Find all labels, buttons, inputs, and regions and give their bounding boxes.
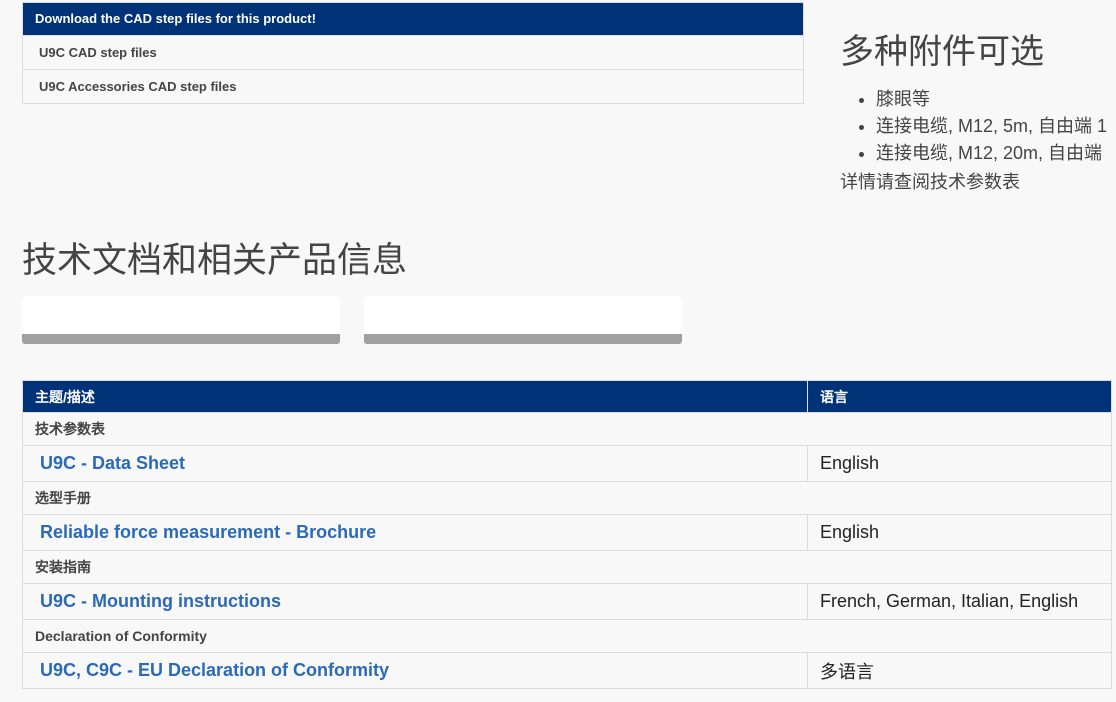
category-row: 安装指南 [22,550,1112,584]
accessories-list-item: 连接电缆, M12, 5m, 自由端 1 [876,113,1116,140]
documents-table-header-row: 主题/描述 语言 [22,380,1112,413]
table-row: Reliable force measurement - Brochure En… [22,514,1112,551]
document-cell: U9C - Data Sheet [22,445,808,482]
doc-tab-card-2-face [364,296,682,334]
document-link-brochure[interactable]: Reliable force measurement - Brochure [40,522,376,542]
documents-table: 主题/描述 语言 技术参数表 U9C - Data Sheet English … [22,380,1112,689]
category-row: 选型手册 [22,481,1112,515]
documents-section-title: 技术文档和相关产品信息 [22,241,408,280]
page: Download the CAD step files for this pro… [0,0,1116,702]
doc-tab-card-1[interactable] [22,296,340,344]
document-cell: Reliable force measurement - Brochure [22,514,808,551]
table-row: U9C - Data Sheet English [22,445,1112,482]
accessories-list-item: 膝眼等 [876,86,1116,113]
accessories-panel: 多种附件可选 膝眼等 连接电缆, M12, 5m, 自由端 1 连接电缆, M1… [840,30,1116,197]
language-cell: French, German, Italian, English [807,583,1112,620]
category-row: 技术参数表 [22,412,1112,446]
doc-tab-card-1-face [22,296,340,334]
accessories-title: 多种附件可选 [840,33,1044,71]
category-label: 安装指南 [22,550,1112,584]
cad-download-box: Download the CAD step files for this pro… [22,2,804,104]
column-header-language: 语言 [807,380,1112,413]
category-label: 技术参数表 [22,412,1112,446]
accessories-list: 膝眼等 连接电缆, M12, 5m, 自由端 1 连接电缆, M12, 20m,… [840,86,1116,167]
language-cell: English [807,514,1112,551]
document-cell: U9C - Mounting instructions [22,583,808,620]
document-link-mounting-instructions[interactable]: U9C - Mounting instructions [40,591,281,611]
cad-accessories-step-files-link[interactable]: U9C Accessories CAD step files [23,69,803,103]
accessories-note: 详情请查阅技术参数表 [840,172,1020,192]
category-row: Declaration of Conformity [22,619,1112,653]
cad-step-files-link[interactable]: U9C CAD step files [23,35,803,69]
category-label: Declaration of Conformity [22,619,1112,653]
table-row: U9C - Mounting instructions French, Germ… [22,583,1112,620]
document-link-declaration-of-conformity[interactable]: U9C, C9C - EU Declaration of Conformity [40,660,389,680]
doc-tab-card-2[interactable] [364,296,682,344]
document-link-data-sheet[interactable]: U9C - Data Sheet [40,453,185,473]
document-cell: U9C, C9C - EU Declaration of Conformity [22,652,808,689]
accessories-list-item: 连接电缆, M12, 20m, 自由端 [876,140,1116,167]
table-row: U9C, C9C - EU Declaration of Conformity … [22,652,1112,689]
cad-download-header: Download the CAD step files for this pro… [23,3,803,35]
category-label: 选型手册 [22,481,1112,515]
column-header-topic: 主题/描述 [22,380,808,413]
language-cell: English [807,445,1112,482]
language-cell: 多语言 [807,652,1112,689]
